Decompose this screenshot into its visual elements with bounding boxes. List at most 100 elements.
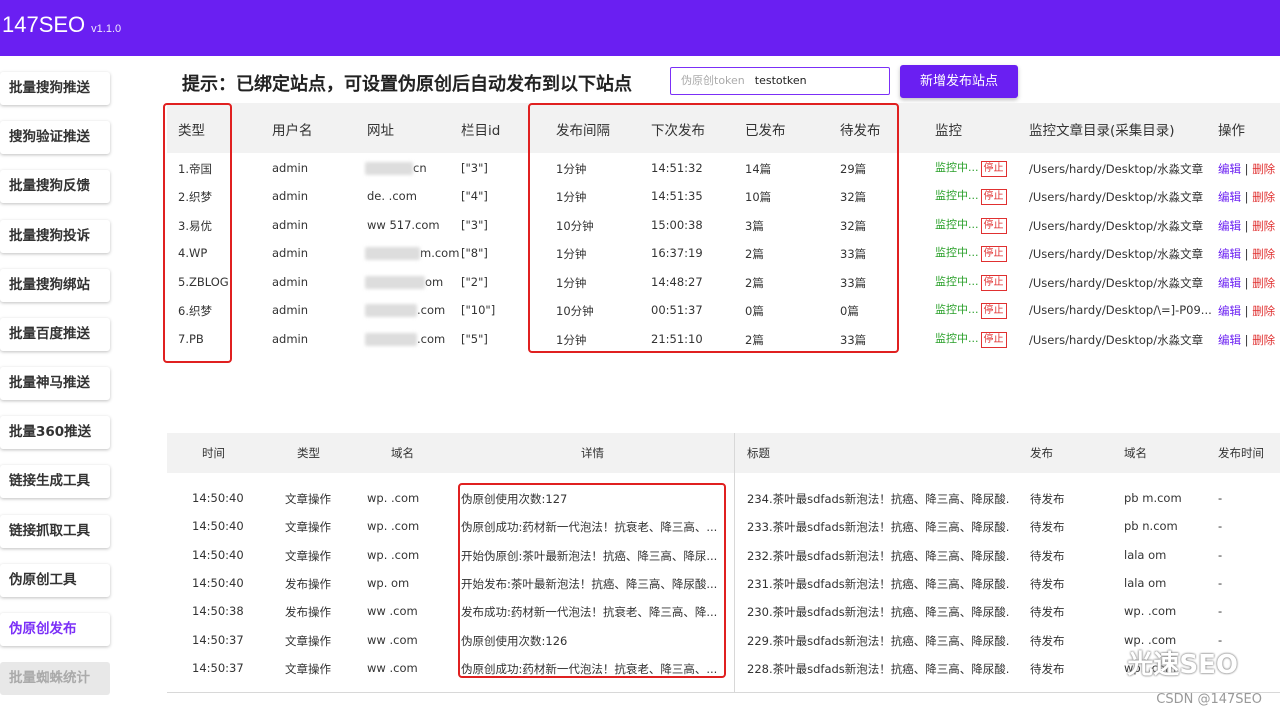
site-actions: 编辑 | 删除 (1218, 161, 1275, 177)
edit-link[interactable]: 编辑 (1218, 219, 1241, 233)
stop-button[interactable]: 停止 (980, 275, 1007, 291)
annotation-box-detail (458, 483, 726, 678)
sidebar-item-sogou-push[interactable]: 批量搜狗推送 (0, 72, 110, 105)
log-col-type: 类型 (297, 446, 320, 460)
token-value: testotken (754, 74, 807, 87)
log-col-domain: 域名 (391, 446, 414, 460)
edit-link[interactable]: 编辑 (1218, 333, 1241, 347)
annotation-box-type (163, 103, 232, 363)
stop-button[interactable]: 停止 (980, 332, 1007, 348)
stop-button[interactable]: 停止 (980, 246, 1007, 262)
monitor-status: 监控中... (935, 161, 979, 174)
site-user: admin (272, 332, 309, 346)
action-separator: | (1244, 276, 1249, 290)
delete-link[interactable]: 删除 (1252, 247, 1275, 261)
top-bar: 147SEO v1.1.0 (0, 0, 1280, 56)
log-title: 228.茶叶最sdfads新泡法！抗癌、降三高、降尿酸... (747, 662, 1009, 676)
delete-link[interactable]: 删除 (1252, 276, 1275, 290)
log-col-domain2: 域名 (1124, 446, 1147, 460)
blur-mask (365, 333, 417, 346)
log-domain2: wp. .com (1124, 604, 1177, 618)
edit-link[interactable]: 编辑 (1218, 162, 1241, 176)
log-domain2: pb m.com (1124, 491, 1182, 505)
sidebar-item-link-generator[interactable]: 链接生成工具 (0, 465, 110, 498)
col-monitor-dir: 监控文章目录(采集目录) (1029, 123, 1175, 139)
log-publish: 待发布 (1030, 520, 1065, 534)
log-publish: 待发布 (1030, 634, 1065, 648)
sidebar-item-spider-stats[interactable]: 批量蜘蛛统计 (0, 662, 110, 695)
sidebar-item-rewrite-publish[interactable]: 伪原创发布 (0, 613, 110, 646)
site-dir: /Users/hardy/Desktop/水淼文章 (1029, 333, 1204, 347)
log-title: 231.茶叶最sdfads新泡法！抗癌、降三高、降尿酸... (747, 577, 1009, 591)
stop-button[interactable]: 停止 (980, 161, 1007, 177)
site-actions: 编辑 | 删除 (1218, 303, 1275, 319)
stop-button[interactable]: 停止 (980, 218, 1007, 234)
sidebar-item-baidu-push[interactable]: 批量百度推送 (0, 318, 110, 351)
log-domain2: lala om (1124, 548, 1167, 562)
token-input[interactable]: 伪原创token testotken (670, 67, 890, 95)
site-dir: /Users/hardy/Desktop/水淼文章 (1029, 162, 1204, 176)
site-url: cn (365, 161, 427, 175)
log-type: 发布操作 (285, 605, 331, 619)
log-title: 234.茶叶最sdfads新泡法！抗癌、降三高、降尿酸... (747, 492, 1009, 506)
app-name: 147SEO (2, 12, 86, 37)
log-col-detail: 详情 (581, 446, 604, 460)
sidebar-item-shenma-push[interactable]: 批量神马推送 (0, 367, 110, 400)
action-separator: | (1244, 304, 1249, 318)
log-domain: ww .com (367, 604, 418, 618)
token-placeholder: 伪原创token (681, 74, 745, 87)
site-url: .com (365, 303, 445, 317)
sidebar-item-360-push[interactable]: 批量360推送 (0, 416, 110, 449)
sidebar-item-link-crawler[interactable]: 链接抓取工具 (0, 515, 110, 548)
log-title: 229.茶叶最sdfads新泡法！抗癌、降三高、降尿酸... (747, 634, 1009, 648)
log-col-title: 标题 (747, 446, 770, 460)
site-actions: 编辑 | 删除 (1218, 189, 1275, 205)
log-domain: wp. om (367, 576, 410, 590)
monitor-status: 监控中... (935, 275, 979, 288)
site-monitor: 监控中... 停止 (935, 159, 1007, 177)
col-url: 网址 (367, 123, 394, 139)
site-monitor: 监控中... 停止 (935, 301, 1007, 319)
stop-button[interactable]: 停止 (980, 189, 1007, 205)
site-url: m.com (365, 246, 459, 260)
site-dir: /Users/hardy/Desktop/\=]-P09... (1029, 303, 1212, 317)
delete-link[interactable]: 删除 (1252, 304, 1275, 318)
sidebar-item-sogou-verify-push[interactable]: 搜狗验证推送 (0, 121, 110, 154)
delete-link[interactable]: 删除 (1252, 162, 1275, 176)
log-publish: 待发布 (1030, 605, 1065, 619)
edit-link[interactable]: 编辑 (1218, 304, 1241, 318)
sidebar-item-sogou-complaint[interactable]: 批量搜狗投诉 (0, 220, 110, 253)
col-monitor: 监控 (935, 123, 962, 139)
log-domain2: lala om (1124, 576, 1167, 590)
watermark-sub: CSDN @147SEO (1156, 692, 1262, 707)
site-monitor: 监控中... 停止 (935, 187, 1007, 205)
site-actions: 编辑 | 删除 (1218, 332, 1275, 348)
edit-link[interactable]: 编辑 (1218, 247, 1241, 261)
log-type: 文章操作 (285, 634, 331, 648)
site-monitor: 监控中... 停止 (935, 216, 1007, 234)
action-separator: | (1244, 162, 1249, 176)
log-type: 文章操作 (285, 492, 331, 506)
delete-link[interactable]: 删除 (1252, 333, 1275, 347)
tip-text: 提示：已绑定站点，可设置伪原创后自动发布到以下站点 (182, 74, 632, 95)
edit-link[interactable]: 编辑 (1218, 276, 1241, 290)
edit-link[interactable]: 编辑 (1218, 190, 1241, 204)
site-actions: 编辑 | 删除 (1218, 275, 1275, 291)
sidebar-item-sogou-feedback[interactable]: 批量搜狗反馈 (0, 170, 110, 203)
action-separator: | (1244, 190, 1249, 204)
site-monitor: 监控中... 停止 (935, 330, 1007, 348)
log-domain: wp. .com (367, 519, 420, 533)
sidebar-item-sogou-bind[interactable]: 批量搜狗绑站 (0, 269, 110, 302)
log-time: 14:50:40 (192, 548, 244, 562)
add-site-button[interactable]: 新增发布站点 (900, 65, 1018, 98)
delete-link[interactable]: 删除 (1252, 190, 1275, 204)
site-category: ["3"] (461, 161, 488, 175)
stop-button[interactable]: 停止 (980, 303, 1007, 319)
log-col-time: 时间 (202, 446, 225, 460)
log-pubtime: - (1218, 519, 1223, 533)
log-domain: wp. .com (367, 491, 420, 505)
delete-link[interactable]: 删除 (1252, 219, 1275, 233)
sidebar-item-rewrite-tool[interactable]: 伪原创工具 (0, 564, 110, 597)
blur-mask (365, 162, 413, 175)
log-pubtime: - (1218, 491, 1223, 505)
